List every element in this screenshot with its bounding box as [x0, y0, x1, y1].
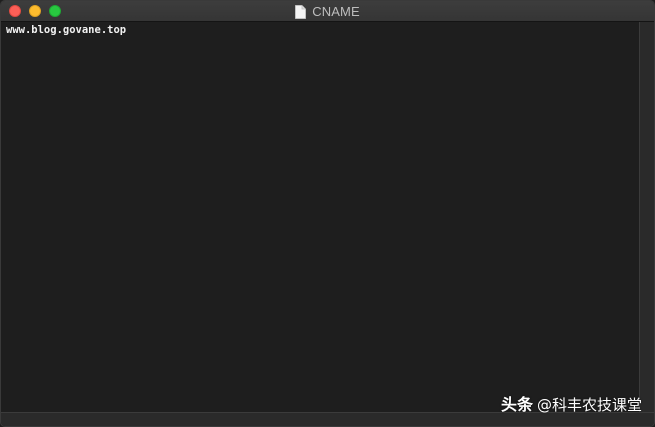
- editor-line[interactable]: www.blog.govane.top: [6, 24, 640, 37]
- title-bar[interactable]: CNAME: [1, 1, 654, 22]
- watermark-brand: 头条: [500, 395, 533, 414]
- editor-window: CNAME www.blog.govane.top 头条 @科丰农技课堂: [0, 0, 655, 427]
- document-icon[interactable]: [295, 4, 307, 19]
- window-title-group: CNAME: [1, 1, 654, 22]
- watermark: 头条 @科丰农技课堂: [501, 391, 642, 415]
- window-title: CNAME: [312, 4, 360, 19]
- text-editor-area[interactable]: www.blog.govane.top: [1, 22, 640, 413]
- watermark-account: @科丰农技课堂: [536, 396, 642, 414]
- vertical-scrollbar[interactable]: [639, 22, 654, 413]
